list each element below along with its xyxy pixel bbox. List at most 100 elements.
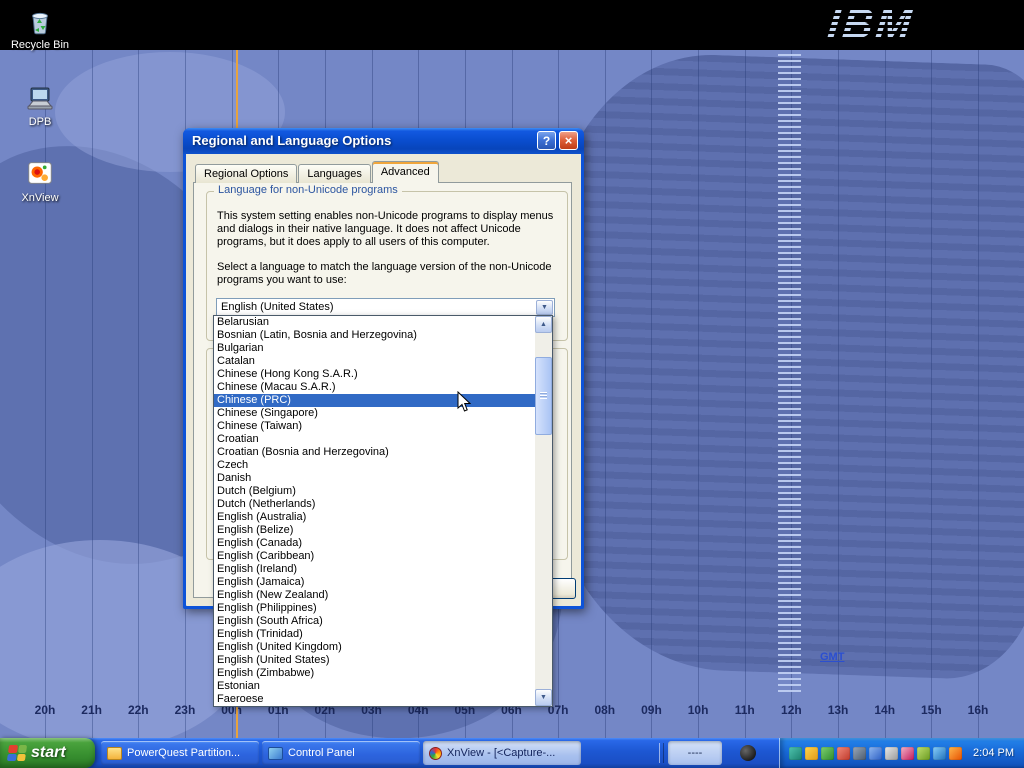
close-button[interactable]: × bbox=[559, 131, 578, 150]
dialog-titlebar[interactable]: Regional and Language Options ? × bbox=[183, 128, 584, 154]
tray-icon-4[interactable] bbox=[837, 747, 850, 760]
tray-icon-6[interactable] bbox=[869, 747, 882, 760]
start-button[interactable]: start bbox=[0, 738, 95, 768]
taskbar-button[interactable]: Control Panel bbox=[262, 741, 420, 765]
language-option[interactable]: Belarusian bbox=[214, 316, 535, 329]
windows-flag-icon bbox=[7, 745, 27, 761]
hour-label: 09h bbox=[630, 703, 672, 717]
tab-languages[interactable]: Languages bbox=[298, 164, 370, 183]
language-option[interactable]: English (Trinidad) bbox=[214, 628, 535, 641]
language-option[interactable]: Croatian (Bosnia and Herzegovina) bbox=[214, 446, 535, 459]
language-option[interactable]: English (Canada) bbox=[214, 537, 535, 550]
language-option[interactable]: English (Australia) bbox=[214, 511, 535, 524]
tray-icon-area bbox=[789, 747, 962, 760]
recycle-bin-icon bbox=[23, 5, 57, 37]
language-option[interactable]: Chinese (PRC) bbox=[214, 394, 535, 407]
tray-icon-10[interactable] bbox=[933, 747, 946, 760]
taskbar-button[interactable]: XnView - [<Capture-... bbox=[423, 741, 581, 765]
language-option[interactable]: English (Jamaica) bbox=[214, 576, 535, 589]
laptop-icon bbox=[23, 82, 57, 114]
toolbar-icon[interactable] bbox=[740, 745, 756, 761]
help-button[interactable]: ? bbox=[537, 131, 556, 150]
taskbar-misc-button[interactable]: ---- bbox=[668, 741, 722, 765]
hour-label: 16h bbox=[957, 703, 999, 717]
chevron-down-icon: ▼ bbox=[537, 301, 552, 314]
language-option[interactable]: Dutch (Belgium) bbox=[214, 485, 535, 498]
language-option[interactable]: Chinese (Hong Kong S.A.R.) bbox=[214, 368, 535, 381]
desktop-icon-dpb[interactable]: DPB bbox=[3, 82, 77, 128]
hour-gridline bbox=[698, 50, 699, 738]
language-option-list: BelarusianBosnian (Latin, Bosnia and Her… bbox=[214, 316, 535, 706]
hour-label: 11h bbox=[724, 703, 766, 717]
language-option[interactable]: Chinese (Singapore) bbox=[214, 407, 535, 420]
desktop-icon-recycle-bin[interactable]: Recycle Bin bbox=[3, 5, 77, 51]
language-option[interactable]: Estonian bbox=[214, 680, 535, 693]
taskbar-button-label: PowerQuest Partition... bbox=[127, 747, 240, 759]
language-option[interactable]: Croatian bbox=[214, 433, 535, 446]
toolbar-grip[interactable] bbox=[659, 743, 664, 763]
group-description: This system setting enables non-Unicode … bbox=[217, 210, 555, 249]
language-option[interactable]: English (New Zealand) bbox=[214, 589, 535, 602]
folder-icon bbox=[107, 747, 122, 760]
language-option[interactable]: English (Caribbean) bbox=[214, 550, 535, 563]
scrollbar-thumb[interactable] bbox=[535, 357, 552, 435]
tray-icon-11[interactable] bbox=[949, 747, 962, 760]
tray-icon-8[interactable] bbox=[901, 747, 914, 760]
language-option[interactable]: Bosnian (Latin, Bosnia and Herzegovina) bbox=[214, 329, 535, 342]
language-option[interactable]: Faeroese bbox=[214, 693, 535, 706]
desktop-icon-label: XnView bbox=[3, 192, 77, 204]
ibm-logo: IBM bbox=[825, 0, 970, 50]
hour-label: 23h bbox=[164, 703, 206, 717]
gmt-label: GMT bbox=[820, 651, 844, 663]
tab-regional-options[interactable]: Regional Options bbox=[195, 164, 297, 183]
taskbar-buttons: PowerQuest Partition... Control PanelXnVi… bbox=[101, 741, 581, 765]
language-option[interactable]: English (United Kingdom) bbox=[214, 641, 535, 654]
top-band: IBM bbox=[0, 0, 1024, 50]
tray-icon-5[interactable] bbox=[853, 747, 866, 760]
scroll-down-button[interactable]: ▼ bbox=[535, 689, 552, 706]
desktop-icon-label: Recycle Bin bbox=[3, 39, 77, 51]
language-option[interactable]: Dutch (Netherlands) bbox=[214, 498, 535, 511]
scroll-up-button[interactable]: ▲ bbox=[535, 316, 552, 333]
language-option[interactable]: Catalan bbox=[214, 355, 535, 368]
language-option[interactable]: Bulgarian bbox=[214, 342, 535, 355]
tray-icon-2[interactable] bbox=[805, 747, 818, 760]
desktop-icon-xnview[interactable]: XnView bbox=[3, 158, 77, 204]
taskbar-button[interactable]: PowerQuest Partition... bbox=[101, 741, 259, 765]
language-option[interactable]: Chinese (Taiwan) bbox=[214, 420, 535, 433]
tray-icon-3[interactable] bbox=[821, 747, 834, 760]
language-option[interactable]: English (South Africa) bbox=[214, 615, 535, 628]
hour-gridline bbox=[885, 50, 886, 738]
tab-advanced[interactable]: Advanced bbox=[372, 161, 439, 183]
language-option[interactable]: English (Ireland) bbox=[214, 563, 535, 576]
group-title: Language for non-Unicode programs bbox=[214, 184, 402, 196]
xnview-icon bbox=[23, 158, 57, 190]
mouse-cursor bbox=[457, 391, 471, 418]
hour-label: 13h bbox=[817, 703, 859, 717]
group-instruction: Select a language to match the language … bbox=[217, 261, 562, 287]
gmt-hatched-band bbox=[778, 54, 801, 692]
language-option[interactable]: Czech bbox=[214, 459, 535, 472]
dialog-title: Regional and Language Options bbox=[192, 133, 391, 148]
taskbar-clock[interactable]: 2:04 PM bbox=[973, 747, 1014, 759]
tray-icon-7[interactable] bbox=[885, 747, 898, 760]
language-option[interactable]: English (Belize) bbox=[214, 524, 535, 537]
desktop: 20h21h22h23h00h01h02h03h04h05h06h07h08h0… bbox=[0, 0, 1024, 768]
tray-icon-1[interactable] bbox=[789, 747, 802, 760]
start-button-label: start bbox=[31, 744, 66, 762]
hour-gridline bbox=[838, 50, 839, 738]
cpanel-icon bbox=[268, 747, 283, 760]
listbox-scrollbar[interactable]: ▲ ▼ bbox=[535, 316, 552, 706]
language-option[interactable]: English (United States) bbox=[214, 654, 535, 667]
hour-gridline bbox=[92, 50, 93, 738]
language-option[interactable]: English (Zimbabwe) bbox=[214, 667, 535, 680]
language-option[interactable]: English (Philippines) bbox=[214, 602, 535, 615]
language-option[interactable]: Danish bbox=[214, 472, 535, 485]
combobox-dropdown-button[interactable]: ▼ bbox=[536, 300, 553, 315]
language-option[interactable]: Chinese (Macau S.A.R.) bbox=[214, 381, 535, 394]
hour-gridline bbox=[605, 50, 606, 738]
hour-label: 22h bbox=[117, 703, 159, 717]
tray-icon-9[interactable] bbox=[917, 747, 930, 760]
hour-gridline bbox=[978, 50, 979, 738]
hour-label: 08h bbox=[584, 703, 626, 717]
